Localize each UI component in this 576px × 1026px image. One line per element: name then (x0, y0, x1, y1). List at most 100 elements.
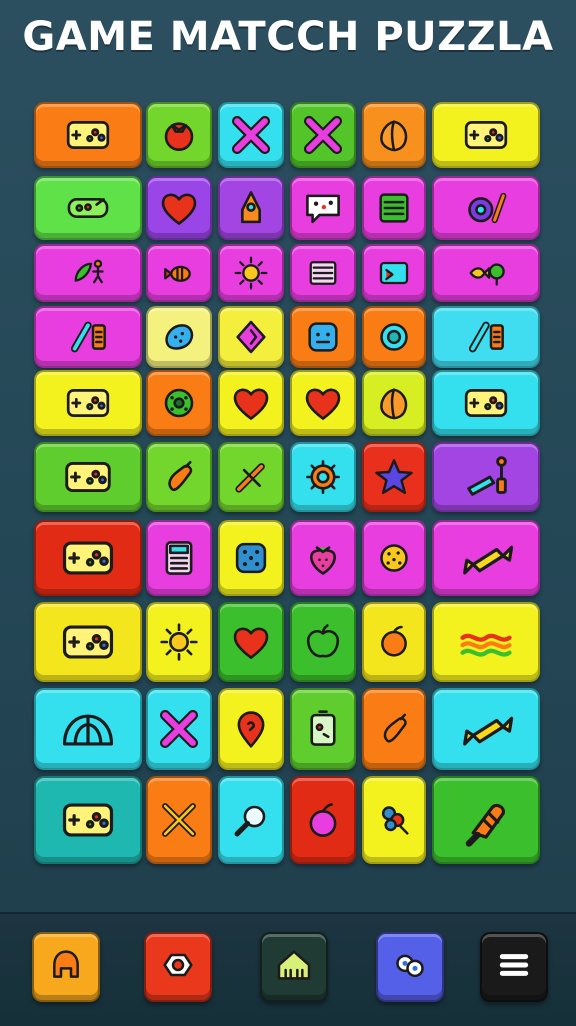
tile-r3-c2[interactable] (146, 244, 212, 302)
gamepad-icon (61, 108, 115, 162)
tile-r4-c4[interactable] (290, 306, 356, 368)
tile-r2-c4[interactable] (290, 176, 356, 240)
tile-r4-c1[interactable] (34, 306, 142, 368)
tile-r8-c4[interactable] (290, 602, 356, 682)
tile-r5-c2[interactable] (146, 370, 212, 436)
strawberry-icon (297, 532, 349, 584)
tile-r5-c5[interactable] (362, 370, 426, 436)
tile-r9-c3[interactable] (218, 688, 284, 770)
tile-r3-c3[interactable] (218, 244, 284, 302)
pencil-and-battery-icon (461, 312, 511, 362)
tile-r9-c4[interactable] (290, 688, 356, 770)
tile-r10-c4[interactable] (290, 776, 356, 864)
ring-icon (369, 312, 419, 362)
tile-r6-c5[interactable] (362, 442, 426, 512)
blob-icon (154, 312, 204, 362)
helmet-button[interactable] (32, 932, 100, 1002)
tile-r1-c2[interactable] (146, 102, 212, 168)
badge-button[interactable] (144, 932, 212, 1002)
tile-r4-c6[interactable] (432, 306, 540, 368)
bottle-icon (369, 704, 419, 754)
tile-r3-c1[interactable] (34, 244, 142, 302)
tile-r7-c5[interactable] (362, 520, 426, 596)
tile-r10-c2[interactable] (146, 776, 212, 864)
wrapped-candy-icon (454, 697, 518, 761)
leaf-and-figure-icon (65, 250, 111, 296)
tile-r3-c6[interactable] (432, 244, 540, 302)
window-icon (300, 250, 346, 296)
tile-r9-c2[interactable] (146, 688, 212, 770)
tile-r1-c6[interactable] (432, 102, 540, 168)
tile-r2-c2[interactable] (146, 176, 212, 240)
tile-r2-c3[interactable] (218, 176, 284, 240)
tile-r7-c3[interactable] (218, 520, 284, 596)
rocket-and-pin-icon (457, 448, 515, 506)
tile-r8-c1[interactable] (34, 602, 142, 682)
tile-r2-c1[interactable] (34, 176, 142, 240)
gear-icon (297, 451, 349, 503)
tile-r3-c4[interactable] (290, 244, 356, 302)
tile-r4-c2[interactable] (146, 306, 212, 368)
apple-icon (297, 616, 349, 668)
tile-r6-c1[interactable] (34, 442, 142, 512)
tile-r10-c1[interactable] (34, 776, 142, 864)
dice-icon (225, 532, 277, 584)
tile-r7-c6[interactable] (432, 520, 540, 596)
tile-r8-c3[interactable] (218, 602, 284, 682)
cookie-dots-icon (369, 533, 419, 583)
tile-r4-c5[interactable] (362, 306, 426, 368)
tile-r9-c1[interactable] (34, 688, 142, 770)
tile-r9-c5[interactable] (362, 688, 426, 770)
tile-r10-c3[interactable] (218, 776, 284, 864)
crossed-swords-icon (153, 794, 205, 846)
tile-r10-c6[interactable] (432, 776, 540, 864)
controller-icon (385, 940, 435, 994)
battery-icon (297, 703, 349, 755)
tile-r6-c3[interactable] (218, 442, 284, 512)
disc-and-pencil-icon (460, 182, 512, 234)
tile-r2-c5[interactable] (362, 176, 426, 240)
tile-r2-c6[interactable] (432, 176, 540, 240)
tile-r7-c2[interactable] (146, 520, 212, 596)
bottle-icon (153, 451, 205, 503)
speech-bubble-icon (297, 182, 349, 234)
candy-wrap-icon (156, 250, 202, 296)
tile-r5-c1[interactable] (34, 370, 142, 436)
swords-icon (225, 451, 277, 503)
map-pin-icon (225, 703, 277, 755)
tile-r1-c4[interactable] (290, 102, 356, 168)
peach-icon (369, 378, 419, 428)
gamepad-icon (56, 788, 120, 852)
menu-icon (489, 940, 539, 994)
tile-r10-c5[interactable] (362, 776, 426, 864)
tile-r8-c6[interactable] (432, 602, 540, 682)
tile-r6-c6[interactable] (432, 442, 540, 512)
tile-r5-c4[interactable] (290, 370, 356, 436)
tile-r9-c6[interactable] (432, 688, 540, 770)
tile-r3-c5[interactable] (362, 244, 426, 302)
gamepad-icon (56, 526, 120, 590)
tile-r5-c6[interactable] (432, 370, 540, 436)
lines-box-icon (369, 183, 419, 233)
tile-r7-c1[interactable] (34, 520, 142, 596)
home-button[interactable] (260, 932, 328, 1002)
x-mark-icon (297, 109, 349, 161)
tile-r1-c5[interactable] (362, 102, 426, 168)
badge-icon (153, 940, 203, 994)
heart-icon (225, 377, 277, 429)
tile-r5-c3[interactable] (218, 370, 284, 436)
tile-r8-c5[interactable] (362, 602, 426, 682)
tile-r8-c2[interactable] (146, 602, 212, 682)
cookie-icon (153, 377, 205, 429)
tile-r7-c4[interactable] (290, 520, 356, 596)
tile-r4-c3[interactable] (218, 306, 284, 368)
tile-r6-c2[interactable] (146, 442, 212, 512)
menu-button[interactable] (480, 932, 548, 1002)
helmet-icon (41, 940, 91, 994)
tile-r1-c3[interactable] (218, 102, 284, 168)
sun-icon (153, 616, 205, 668)
magnifier-icon (225, 794, 277, 846)
tile-r1-c1[interactable] (34, 102, 142, 168)
controller-button[interactable] (376, 932, 444, 1002)
tile-r6-c4[interactable] (290, 442, 356, 512)
